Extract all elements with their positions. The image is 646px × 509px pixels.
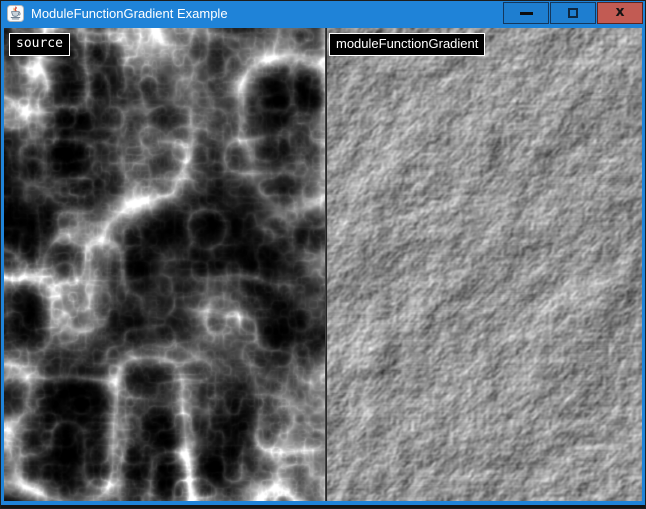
source-panel: source (4, 28, 325, 501)
source-image (4, 28, 325, 501)
gradient-image (327, 28, 642, 501)
gradient-label: moduleFunctionGradient (329, 33, 485, 56)
gradient-panel: moduleFunctionGradient (327, 28, 642, 501)
window-controls: x (503, 2, 643, 24)
maximize-button[interactable] (550, 2, 596, 24)
app-window: ModuleFunctionGradient Example x source … (0, 0, 646, 509)
content-area: source moduleFunctionGradient (0, 28, 646, 505)
close-icon: x (615, 5, 624, 19)
close-button[interactable]: x (597, 2, 643, 24)
java-icon[interactable] (7, 5, 24, 22)
minimize-icon (520, 12, 533, 15)
minimize-button[interactable] (503, 2, 549, 24)
source-label: source (9, 33, 70, 56)
window-title: ModuleFunctionGradient Example (31, 0, 228, 28)
maximize-icon (568, 8, 578, 18)
titlebar[interactable]: ModuleFunctionGradient Example x (0, 0, 646, 28)
